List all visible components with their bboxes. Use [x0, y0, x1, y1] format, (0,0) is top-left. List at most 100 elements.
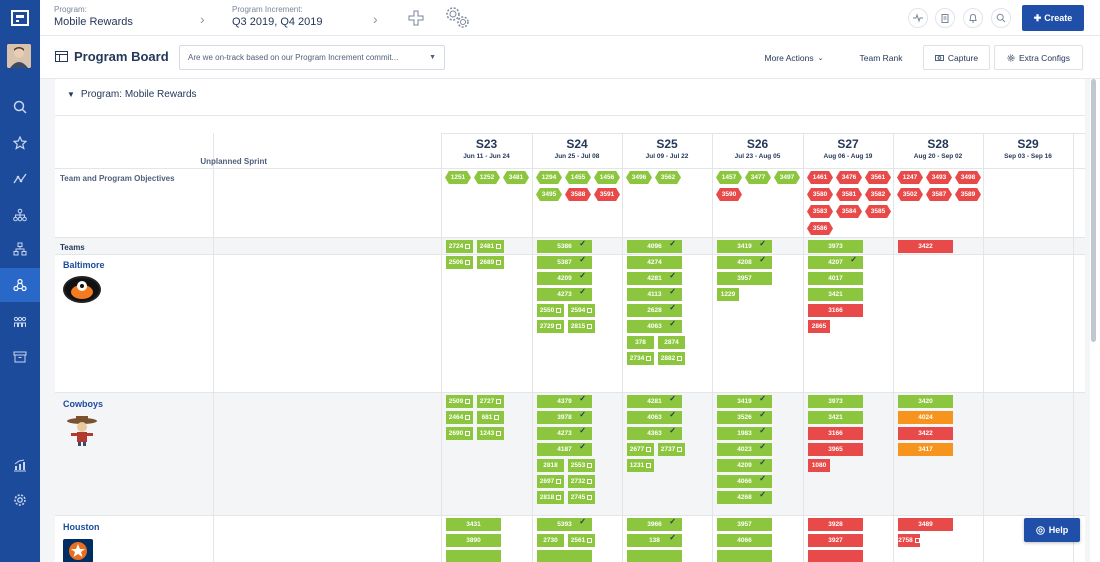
objective-badge[interactable]: 1455 [565, 171, 591, 184]
work-item-card[interactable]: 3957 [717, 518, 772, 531]
work-item-card[interactable]: 4268 ✓ [717, 490, 772, 504]
team-name-baltimore[interactable]: Baltimore [63, 260, 105, 270]
work-item-card[interactable]: 3526 ✓ [717, 410, 772, 424]
work-item-card[interactable]: 4063 ✓ [627, 319, 682, 333]
team-icon[interactable] [0, 305, 40, 339]
work-item-card[interactable]: 3417 [898, 443, 953, 456]
work-item-card[interactable]: 2690 [446, 427, 473, 440]
objective-badge[interactable]: 3497 [774, 171, 800, 184]
work-item-card[interactable]: 3957 [717, 272, 772, 285]
work-item-card[interactable]: 1231 [627, 459, 654, 472]
objective-badge[interactable]: 3580 [807, 188, 833, 201]
work-item-card[interactable]: 2732 [568, 475, 595, 488]
work-item-card[interactable]: 2729 [537, 320, 564, 333]
objective-badge[interactable]: 1457 [716, 171, 742, 184]
work-item-card[interactable]: 3966 ✓ [627, 517, 682, 531]
work-item-card[interactable]: 2727 [477, 395, 504, 408]
work-item-card[interactable]: 4207 ✓ [808, 255, 863, 269]
work-item-card[interactable]: 681 [477, 411, 504, 424]
work-item-card[interactable]: 3927 [808, 534, 863, 547]
objective-badge[interactable]: 3476 [836, 171, 862, 184]
add-icon[interactable] [408, 10, 424, 31]
objective-badge[interactable]: 3581 [836, 188, 862, 201]
work-item-card[interactable]: 2506 [446, 256, 473, 269]
objective-badge[interactable]: 3481 [503, 171, 529, 184]
work-item-card[interactable]: 3422 [898, 240, 953, 253]
work-item-card[interactable]: 3420 [898, 395, 953, 408]
work-item-card[interactable]: 3422 [898, 427, 953, 440]
work-item-card[interactable]: 4023 ✓ [717, 442, 772, 456]
work-item-card[interactable]: 2689 [477, 256, 504, 269]
create-button[interactable]: ✚ Create [1022, 5, 1084, 31]
search-icon[interactable] [0, 90, 40, 124]
work-item-card[interactable]: 2874 [658, 336, 685, 349]
work-item-card[interactable]: 2464 [446, 411, 473, 424]
capture-button[interactable]: Capture [923, 45, 990, 70]
work-item-card[interactable]: 2818 [537, 459, 564, 472]
work-item-card[interactable]: 3166 [808, 304, 863, 317]
work-item-card[interactable]: 3965 [808, 443, 863, 456]
work-item-card[interactable]: 3431 [446, 518, 501, 531]
archive-icon[interactable] [0, 340, 40, 374]
objective-badge[interactable]: 3587 [926, 188, 952, 201]
config-gears-icon[interactable] [445, 6, 471, 35]
work-item-card[interactable]: 3928 [808, 518, 863, 531]
objective-badge[interactable]: 3585 [865, 205, 891, 218]
work-item-card[interactable]: 4281 ✓ [627, 271, 682, 285]
program-selector[interactable]: Program: Mobile Rewards [54, 5, 133, 29]
objective-badge[interactable]: 1251 [445, 171, 471, 184]
objective-badge[interactable]: 3561 [865, 171, 891, 184]
objective-badge[interactable]: 3582 [865, 188, 891, 201]
objective-badge[interactable]: 3496 [626, 171, 652, 184]
program-section-toggle[interactable]: ▼ Program: Mobile Rewards [67, 89, 197, 100]
work-item-card[interactable]: 5386 ✓ [537, 239, 592, 253]
work-item-card[interactable]: 3419 ✓ [717, 394, 772, 408]
work-item-card[interactable]: 3421 [808, 411, 863, 424]
work-item-card[interactable]: 1080 [808, 459, 830, 472]
work-item-card[interactable]: 4274 [627, 256, 682, 269]
more-actions-button[interactable]: More Actions ⌄ [758, 45, 830, 70]
board-filter-dropdown[interactable]: Are we on-track based on our Program Inc… [179, 45, 445, 70]
work-item-card[interactable]: 2865 [808, 320, 830, 333]
work-item-card[interactable]: 2509 [446, 395, 473, 408]
work-item-card[interactable]: 2628 ✓ [627, 303, 682, 317]
work-item-card[interactable]: 4273 ✓ [537, 287, 592, 301]
objective-badge[interactable]: 3493 [926, 171, 952, 184]
work-item-card[interactable]: 4113 ✓ [627, 287, 682, 301]
team-name-cowboys[interactable]: Cowboys [63, 399, 103, 409]
work-item-card[interactable]: 2594 [568, 304, 595, 317]
objective-badge[interactable]: 3588 [565, 188, 591, 201]
objective-badge[interactable]: 3586 [807, 222, 833, 235]
work-item-card[interactable]: 2561 [568, 534, 595, 547]
work-item-card[interactable]: 5393 ✓ [537, 517, 592, 531]
work-item-card[interactable]: 3890 [446, 534, 501, 547]
work-item-card[interactable] [717, 550, 772, 562]
work-item-card[interactable]: 2553 [568, 459, 595, 472]
objective-badge[interactable]: 3583 [807, 205, 833, 218]
work-item-card[interactable]: 2481 [477, 240, 504, 253]
work-item-card[interactable]: 4273 ✓ [537, 426, 592, 440]
work-item-card[interactable]: 5387 ✓ [537, 255, 592, 269]
objective-badge[interactable]: 3591 [594, 188, 620, 201]
objective-badge[interactable]: 1294 [536, 171, 562, 184]
work-item-card[interactable]: 4017 [808, 272, 863, 285]
work-item-card[interactable]: 2697 [537, 475, 564, 488]
work-item-card[interactable]: 3973 [808, 240, 863, 253]
work-item-card[interactable]: 4363 ✓ [627, 426, 682, 440]
work-item-card[interactable]: 2745 [568, 491, 595, 504]
work-item-card[interactable]: 2815 [568, 320, 595, 333]
work-item-card[interactable]: 2724 [446, 240, 473, 253]
work-item-card[interactable]: 4066 [717, 534, 772, 547]
work-item-card[interactable]: 4024 [898, 411, 953, 424]
work-item-card[interactable]: 4208 ✓ [717, 255, 772, 269]
reports-icon[interactable] [0, 448, 40, 482]
work-item-card[interactable] [808, 550, 863, 562]
work-item-card[interactable]: 2734 [627, 352, 654, 365]
work-item-card[interactable]: 1983 ✓ [717, 426, 772, 440]
work-item-card[interactable]: 3973 [808, 395, 863, 408]
work-item-card[interactable]: 4187 ✓ [537, 442, 592, 456]
team-name-houston[interactable]: Houston [63, 522, 100, 532]
objective-badge[interactable]: 1247 [897, 171, 923, 184]
objective-badge[interactable]: 1461 [807, 171, 833, 184]
star-icon[interactable] [0, 126, 40, 160]
